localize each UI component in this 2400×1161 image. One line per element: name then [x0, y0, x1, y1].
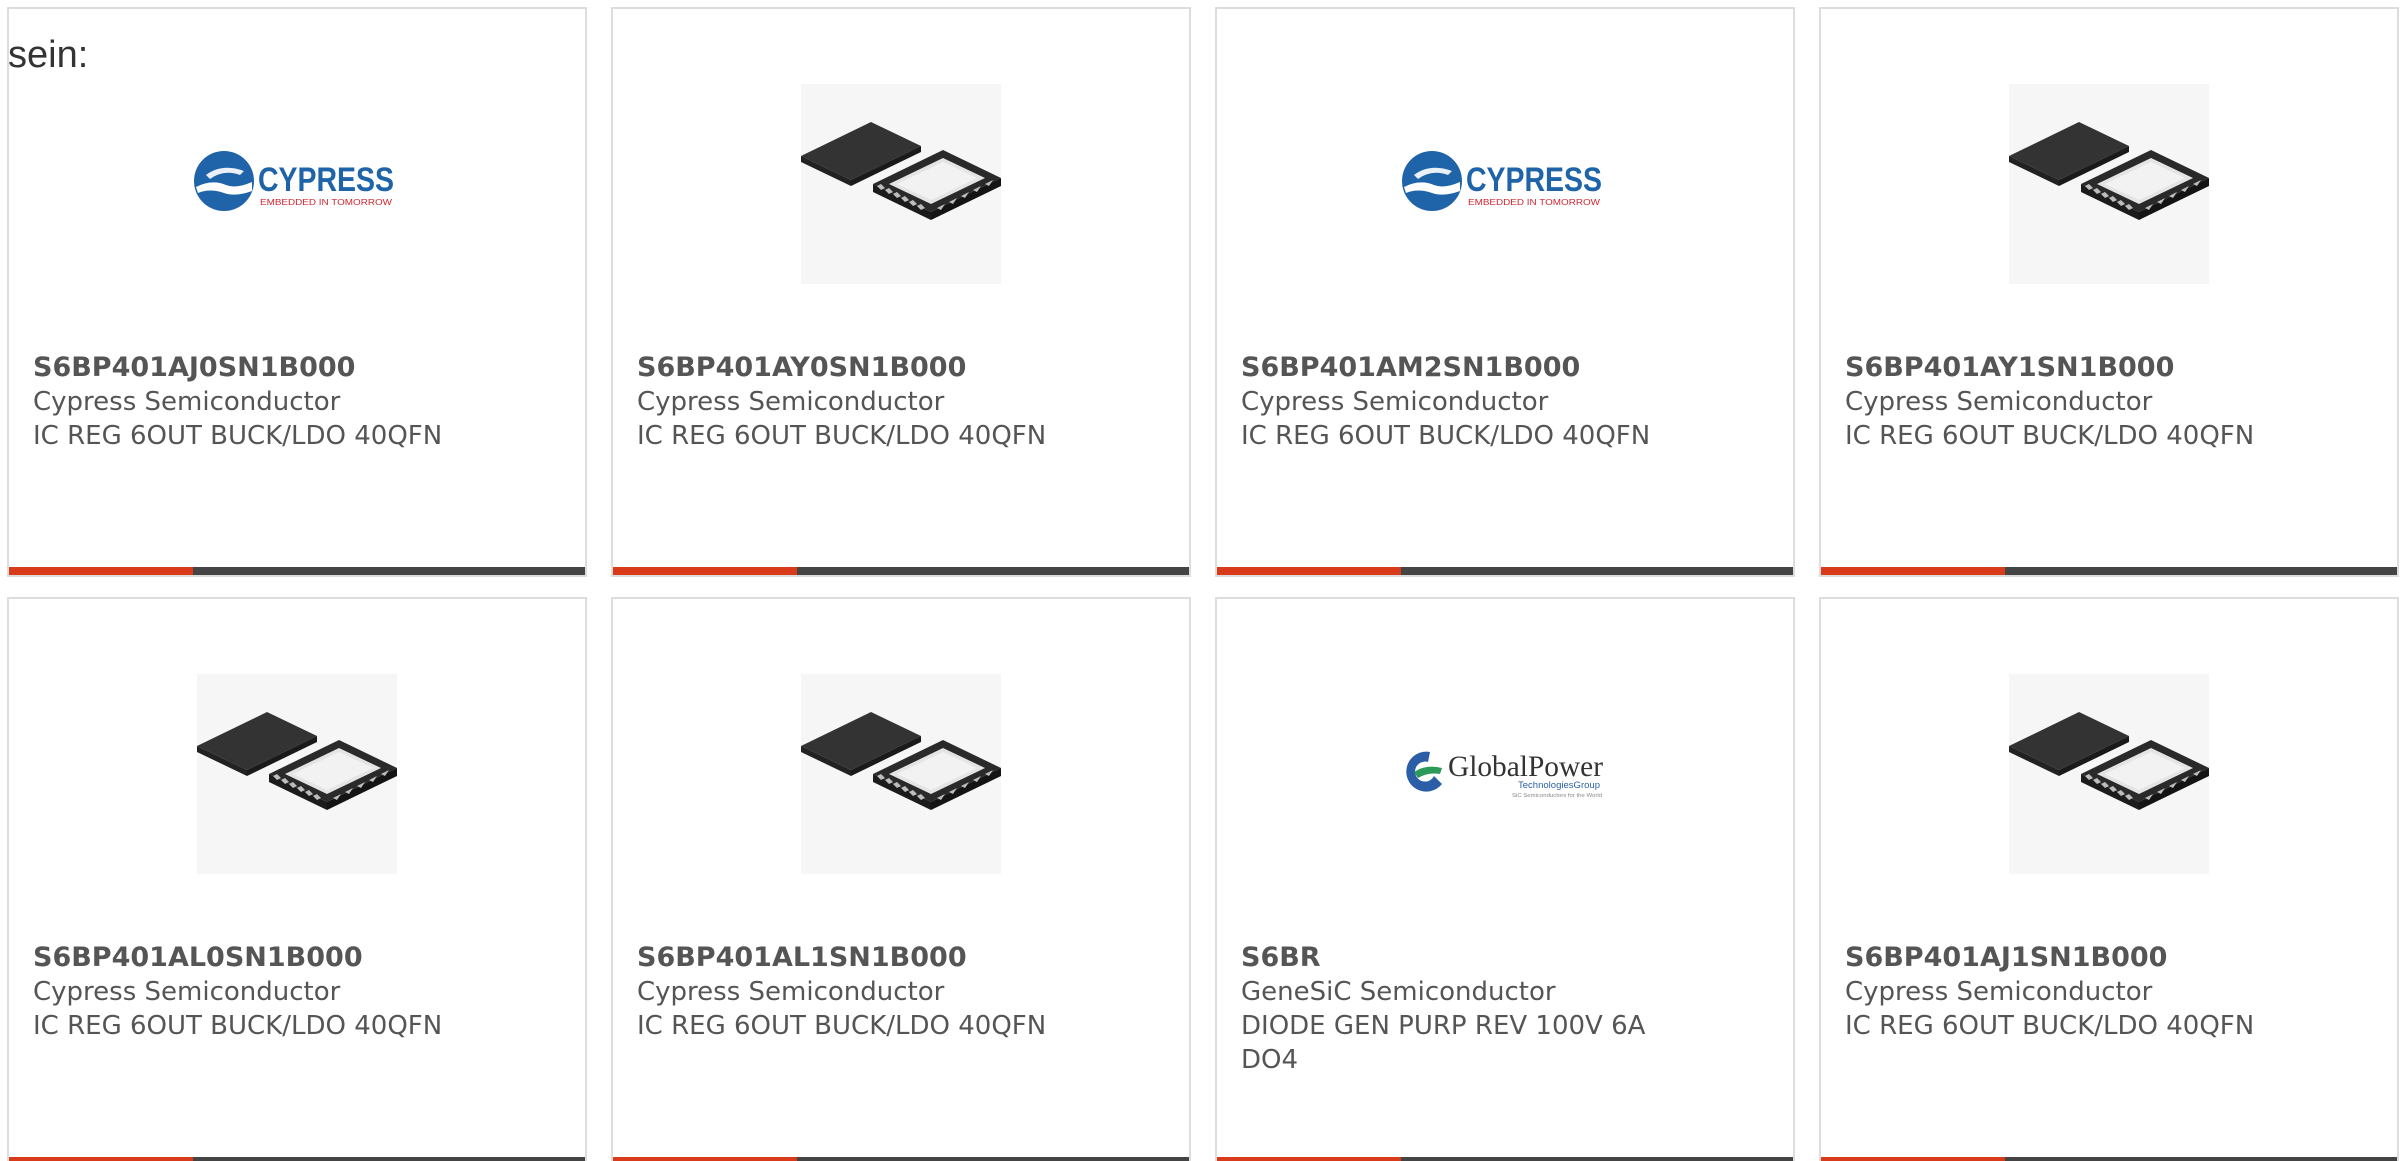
- qfn-chip-icon: [197, 674, 397, 874]
- product-info: S6BP401AM2SN1B000 Cypress Semiconductor IC…: [1241, 351, 1769, 453]
- card-accent-bar-base: [1401, 567, 1793, 575]
- product-manufacturer: Cypress Semiconductor: [1845, 387, 2153, 417]
- product-manufacturer: Cypress Semiconductor: [1241, 387, 1549, 417]
- product-info: S6BP401AY1SN1B000 Cypress Semiconductor IC…: [1845, 351, 2373, 453]
- card-accent-bar-highlight: [1821, 567, 2005, 575]
- card-accent-bar-base: [2005, 1157, 2397, 1161]
- product-part-number[interactable]: S6BP401AJ0SN1B000: [33, 351, 561, 385]
- product-info: S6BP401AY0SN1B000 Cypress Semiconductor IC…: [637, 351, 1165, 453]
- product-part-number[interactable]: S6BP401AY1SN1B000: [1845, 351, 2373, 385]
- product-info: S6BP401AJ1SN1B000 Cypress Semiconductor IC…: [1845, 941, 2373, 1043]
- card-accent-bar: [1821, 1157, 2397, 1161]
- card-accent-bar-base: [797, 1157, 1189, 1161]
- card-accent-bar-highlight: [613, 567, 797, 575]
- globalpower-logo-icon: GlobalPower TechnologiesGroup SiC Semico…: [1406, 750, 1603, 799]
- card-accent-bar: [1821, 567, 2397, 575]
- product-card[interactable]: GlobalPower TechnologiesGroup SiC Semico…: [1215, 597, 1795, 1161]
- product-card[interactable]: S6BP401AL0SN1B000 Cypress Semiconductor IC…: [7, 597, 587, 1161]
- product-image[interactable]: CYPRESS EMBEDDED IN TOMORROW: [9, 79, 585, 289]
- card-accent-bar: [9, 567, 585, 575]
- product-card[interactable]: S6BP401AL1SN1B000 Cypress Semiconductor IC…: [611, 597, 1191, 1161]
- qfn-chip-icon: [801, 84, 1001, 284]
- qfn-chip-icon: [801, 674, 1001, 874]
- product-info: S6BP401AJ0SN1B000 Cypress Semiconductor IC…: [33, 351, 561, 453]
- qfn-chip-icon: [2009, 84, 2209, 284]
- cypress-logo-tagline: EMBEDDED IN TOMORROW: [260, 198, 393, 207]
- card-accent-bar-highlight: [1821, 1157, 2005, 1161]
- qfn-chip-icon: [2009, 674, 2209, 874]
- card-accent-bar-base: [1401, 1157, 1793, 1161]
- product-image[interactable]: [1821, 669, 2397, 879]
- product-card[interactable]: S6BP401AJ1SN1B000 Cypress Semiconductor IC…: [1819, 597, 2399, 1161]
- cypress-logo-icon: CYPRESS EMBEDDED IN TOMORROW: [194, 151, 394, 211]
- product-part-number[interactable]: S6BP401AL0SN1B000: [33, 941, 561, 975]
- card-accent-bar: [9, 1157, 585, 1161]
- product-info: S6BP401AL1SN1B000 Cypress Semiconductor IC…: [637, 941, 1165, 1043]
- globalpower-logo-sub: TechnologiesGroup: [1518, 780, 1600, 790]
- card-accent-bar-highlight: [9, 567, 193, 575]
- product-image[interactable]: GlobalPower TechnologiesGroup SiC Semico…: [1217, 669, 1793, 879]
- product-manufacturer: Cypress Semiconductor: [637, 977, 945, 1007]
- product-part-number[interactable]: S6BP401AL1SN1B000: [637, 941, 1165, 975]
- product-manufacturer: Cypress Semiconductor: [637, 387, 945, 417]
- card-accent-bar-base: [193, 1157, 585, 1161]
- card-accent-bar: [1217, 1157, 1793, 1161]
- product-description: IC REG 6OUT BUCK/LDO 40QFN: [33, 1011, 443, 1041]
- product-image[interactable]: [613, 669, 1189, 879]
- card-accent-bar-base: [797, 567, 1189, 575]
- card-accent-bar-highlight: [613, 1157, 797, 1161]
- cypress-logo-icon: CYPRESS EMBEDDED IN TOMORROW: [1402, 151, 1602, 211]
- product-description: IC REG 6OUT BUCK/LDO 40QFN: [33, 421, 443, 451]
- product-grid: CYPRESS EMBEDDED IN TOMORROW S6BP401AJ0S…: [7, 7, 2399, 1161]
- product-image[interactable]: [613, 79, 1189, 289]
- card-accent-bar: [1217, 567, 1793, 575]
- card-accent-bar-base: [193, 567, 585, 575]
- product-part-number[interactable]: S6BP401AM2SN1B000: [1241, 351, 1769, 385]
- product-manufacturer: GeneSiC Semiconductor: [1241, 977, 1556, 1007]
- product-description: IC REG 6OUT BUCK/LDO 40QFN: [1845, 421, 2255, 451]
- product-manufacturer: Cypress Semiconductor: [33, 387, 341, 417]
- product-manufacturer: Cypress Semiconductor: [1845, 977, 2153, 1007]
- product-description: IC REG 6OUT BUCK/LDO 40QFN: [637, 1011, 1047, 1041]
- product-image[interactable]: [1821, 79, 2397, 289]
- product-manufacturer: Cypress Semiconductor: [33, 977, 341, 1007]
- product-part-number[interactable]: S6BR: [1241, 941, 1769, 975]
- card-accent-bar-base: [2005, 567, 2397, 575]
- card-accent-bar-highlight: [1217, 1157, 1401, 1161]
- product-grid-page: sein: CYPRESS EMBEDDED IN TOMORROW S6BP4…: [0, 0, 2400, 1161]
- product-part-number[interactable]: S6BP401AY0SN1B000: [637, 351, 1165, 385]
- card-accent-bar-highlight: [9, 1157, 193, 1161]
- card-accent-bar: [613, 567, 1189, 575]
- product-description: IC REG 6OUT BUCK/LDO 40QFN: [1241, 421, 1651, 451]
- intro-text: sein:: [8, 34, 89, 76]
- card-accent-bar-highlight: [1217, 567, 1401, 575]
- product-description: IC REG 6OUT BUCK/LDO 40QFN: [637, 421, 1047, 451]
- product-card[interactable]: CYPRESS EMBEDDED IN TOMORROW S6BP401AJ0S…: [7, 7, 587, 577]
- cypress-logo-name: CYPRESS: [1466, 161, 1602, 199]
- card-accent-bar: [613, 1157, 1189, 1161]
- globalpower-logo-tagline: SiC Semiconductors for the World: [1512, 793, 1602, 799]
- cypress-logo-name: CYPRESS: [258, 161, 394, 199]
- product-info: S6BP401AL0SN1B000 Cypress Semiconductor IC…: [33, 941, 561, 1043]
- product-info: S6BR GeneSiC Semiconductor DIODE GEN PURP …: [1241, 941, 1769, 1077]
- globalpower-logo-name: GlobalPower: [1448, 750, 1603, 783]
- product-description: DIODE GEN PURP REV 100V 6A DO4: [1241, 1011, 1646, 1075]
- product-card[interactable]: S6BP401AY1SN1B000 Cypress Semiconductor IC…: [1819, 7, 2399, 577]
- cypress-logo-tagline: EMBEDDED IN TOMORROW: [1468, 198, 1601, 207]
- product-part-number[interactable]: S6BP401AJ1SN1B000: [1845, 941, 2373, 975]
- product-description: IC REG 6OUT BUCK/LDO 40QFN: [1845, 1011, 2255, 1041]
- product-card[interactable]: CYPRESS EMBEDDED IN TOMORROW S6BP401AM2S…: [1215, 7, 1795, 577]
- product-image[interactable]: [9, 669, 585, 879]
- product-image[interactable]: CYPRESS EMBEDDED IN TOMORROW: [1217, 79, 1793, 289]
- product-card[interactable]: S6BP401AY0SN1B000 Cypress Semiconductor IC…: [611, 7, 1191, 577]
